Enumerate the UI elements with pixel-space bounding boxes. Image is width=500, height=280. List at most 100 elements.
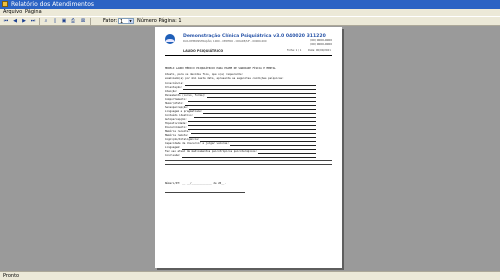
page-setup-button[interactable]: ▯ [51,18,59,25]
assessment-field-label: Linguagem e pragmatismo: [165,110,203,113]
assessment-field-label: Memória remota: [165,134,189,137]
chevron-down-icon[interactable]: ▼ [128,19,133,23]
zoom-label: Fator: [103,18,118,24]
toolbar-separator [90,18,91,25]
answer-line [187,101,316,102]
clinic-address: RUA DEMONSTRAÇÃO, 1000 - CENTRO - CIDADE… [183,40,267,43]
report-page: Demonstração Clínica Psiquiátrica v3.0 0… [155,27,342,268]
header-divider [165,55,332,56]
answer-line [184,85,316,86]
answer-line [206,97,316,98]
status-text: Pronto [3,273,20,279]
conclusion-line [165,164,332,165]
answer-line [187,121,316,122]
conclusion-line [165,160,332,161]
document-date: Data: 00/00/2021 [308,49,331,52]
previous-page-button[interactable]: ◀ [11,18,19,25]
assessment-field-label: Autopercepção: [165,118,187,121]
assessment-field: Hipoatividade: [165,122,316,126]
disk-icon: ▣ [61,18,67,24]
assessment-field: Consciência: [165,82,316,86]
assessment-field-label: Comportamento: [165,98,187,101]
answer-line [230,145,316,146]
folio: Folha: 1 / 1 [287,49,302,52]
assessment-field: Linguagem: [165,146,316,150]
clinic-phone-2: (00) 0000-0000 [310,42,332,46]
assessment-field: Faz uso atual de medicamentos psicotrópi… [165,150,316,154]
next-page-icon: ▶ [22,18,26,24]
answer-line [189,109,316,110]
assessment-field-label: Faz uso atual de medicamentos psicotrópi… [165,150,258,153]
answer-line [191,133,316,134]
assessment-field-label: Sensopercepção: [165,106,189,109]
close-button[interactable]: ⊠ [79,18,87,25]
print-button[interactable]: ⎙ [69,18,77,25]
last-page-button[interactable]: ⏭ [29,18,37,25]
assessment-field: Linguagem e pragmatismo: [165,110,316,114]
assessment-field-label: Memória recente: [165,130,190,133]
menu-pagina[interactable]: Página [25,9,42,16]
answer-line [181,157,316,158]
signature-line [165,192,245,193]
intro-line-2: examinado(a) por mim nesta data, apresen… [165,77,284,80]
magnifier-icon: ⌕ [44,18,48,24]
app-icon [2,1,8,7]
answer-line [187,125,316,126]
assessment-field: Cognição/Inteligência: [165,138,316,142]
assessment-field-label: Cognição/Inteligência: [165,138,200,141]
assessment-field-label: Discernimento: [165,126,187,129]
assessment-field-label: Capacidade de discernir e julgar valores… [165,142,230,145]
answer-line [183,89,316,90]
assessment-field-label: Orientação: [165,86,183,89]
intro-line-1: Atesto, para os devidos fins, que o(a) r… [165,73,244,76]
page-number-label: Número Página: 1 [137,18,182,24]
assessment-field: Autopercepção: [165,118,316,122]
answer-line [258,153,316,154]
zoom-button[interactable]: ⌕ [42,18,50,25]
assessment-field: Pensamento (curso, forma): [165,94,316,98]
previous-page-icon: ◀ [13,18,17,24]
assessment-field: Comportamento: [165,98,316,102]
assessment-field: Discernimento: [165,126,316,130]
first-page-icon: ⏮ [3,18,9,24]
assessment-field: Conclusão: [165,154,316,158]
menu-arquivo[interactable]: Arquivo [3,9,22,16]
first-page-button[interactable]: ⏮ [2,18,10,25]
answer-line [189,137,316,138]
assessment-field-label: Conclusão: [165,154,181,157]
assessment-field: Memória remota: [165,134,316,138]
title-bar: Relatório dos Atendimentos [0,0,500,9]
answer-line [194,117,316,118]
assessment-field: Atenção: [165,90,316,94]
assessment-field: Conteúdo ideativo: [165,114,316,118]
assessment-field: Memória recente: [165,130,316,134]
window-title: Relatório dos Atendimentos [11,1,94,8]
assessment-field-label: Atenção: [165,90,178,93]
assessment-field-label: Consciência: [165,82,184,85]
answer-line [203,113,316,114]
answer-line [184,105,316,106]
zoom-select[interactable]: 1 ▼ [118,18,134,25]
status-bar: Pronto [0,271,500,280]
assessment-field: Humor/Afeto: [165,102,316,106]
assessment-field-label: Hipoatividade: [165,122,187,125]
save-button[interactable]: ▣ [60,18,68,25]
toolbar-separator [39,18,40,25]
assessment-field-label: Conteúdo ideativo: [165,114,194,117]
last-page-icon: ⏭ [30,18,36,24]
page-icon: ▯ [53,18,57,24]
menu-bar: Arquivo Página [0,9,500,16]
next-page-button[interactable]: ▶ [20,18,28,25]
answer-line [187,129,316,130]
assessment-field-label: Linguagem: [165,146,181,149]
document-title: LAUDO PSIQUIÁTRICO [183,49,224,53]
assessment-field: Sensopercepção: [165,106,316,110]
signature-date-line: Número/DT: __ __/_____________ de 20__. [165,182,226,185]
toolbar: ⏮ ◀ ▶ ⏭ ⌕ ▯ ▣ ⎙ ⊠ Fator: 1 ▼ Número Pági… [0,16,500,26]
clinic-name: Demonstração Clínica Psiquiátrica v3.0 0… [183,34,326,39]
clinic-logo [165,34,175,44]
assessment-field: Capacidade de discernir e julgar valores… [165,142,316,146]
assessment-field-label: Pensamento (curso, forma): [165,94,206,97]
zoom-value: 1 [120,19,124,25]
report-heading: MODELO LAUDO MÉDICO PSIQUIÁTRICO PARA EX… [165,67,276,70]
